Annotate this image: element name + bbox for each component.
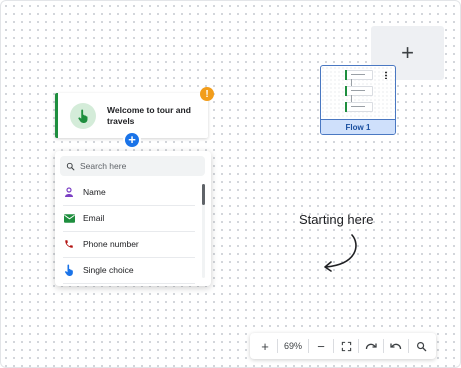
redo-button[interactable] bbox=[360, 335, 382, 357]
undo-icon bbox=[390, 343, 402, 350]
minus-icon: − bbox=[317, 338, 325, 354]
curved-arrow-icon bbox=[324, 234, 357, 272]
divider bbox=[277, 339, 278, 353]
option-name[interactable]: Name bbox=[63, 179, 195, 206]
preview-card bbox=[345, 86, 373, 96]
zoom-level: 69% bbox=[283, 341, 302, 351]
search-input[interactable] bbox=[80, 161, 195, 171]
divider bbox=[333, 339, 334, 353]
person-icon bbox=[63, 186, 75, 198]
canvas-toolbar: + 69% − bbox=[250, 333, 436, 359]
option-label: Single choice bbox=[83, 265, 134, 275]
option-label: Phone number bbox=[83, 239, 139, 249]
zoom-out-button[interactable]: − bbox=[310, 335, 332, 357]
fit-screen-button[interactable] bbox=[335, 335, 357, 357]
option-phone-number[interactable]: Phone number bbox=[63, 231, 195, 258]
fit-screen-icon bbox=[341, 341, 351, 351]
flow-thumbnail[interactable]: Flow 1 bbox=[320, 65, 396, 135]
preview-card bbox=[345, 70, 373, 80]
add-step-button[interactable]: + bbox=[125, 133, 139, 147]
option-label: Name bbox=[83, 187, 106, 197]
mail-icon bbox=[63, 213, 75, 223]
plus-icon: + bbox=[401, 40, 414, 65]
scrollbar-thumb[interactable] bbox=[202, 184, 205, 205]
undo-button[interactable] bbox=[385, 335, 407, 357]
hand-pointer-icon bbox=[70, 102, 96, 129]
redo-icon bbox=[365, 343, 377, 350]
option-single-choice[interactable]: Single choice bbox=[63, 257, 195, 284]
more-options-icon bbox=[385, 71, 387, 79]
preview-connector bbox=[351, 79, 352, 86]
option-email[interactable]: Email bbox=[63, 205, 195, 232]
single-choice-icon bbox=[63, 264, 75, 276]
phone-icon bbox=[63, 239, 75, 249]
divider bbox=[308, 339, 309, 353]
plus-icon: + bbox=[261, 338, 269, 354]
search-icon bbox=[66, 162, 75, 171]
preview-card bbox=[345, 102, 373, 112]
flow-label: Flow 1 bbox=[321, 119, 395, 134]
divider bbox=[383, 339, 384, 353]
flow-preview bbox=[321, 66, 395, 120]
node-title: Welcome to tour and travels bbox=[107, 105, 191, 126]
search-button[interactable] bbox=[410, 335, 432, 357]
option-label: Email bbox=[83, 213, 105, 223]
search-icon bbox=[416, 341, 426, 351]
annotation-text: Starting here bbox=[299, 212, 374, 227]
zoom-in-button[interactable]: + bbox=[254, 335, 276, 357]
divider bbox=[408, 339, 409, 353]
warning-icon[interactable]: ! bbox=[200, 87, 214, 101]
divider bbox=[358, 339, 359, 353]
step-type-dropdown: Name Email Phone number Single choice bbox=[55, 151, 211, 286]
preview-connector bbox=[351, 95, 352, 102]
search-box bbox=[60, 156, 205, 176]
